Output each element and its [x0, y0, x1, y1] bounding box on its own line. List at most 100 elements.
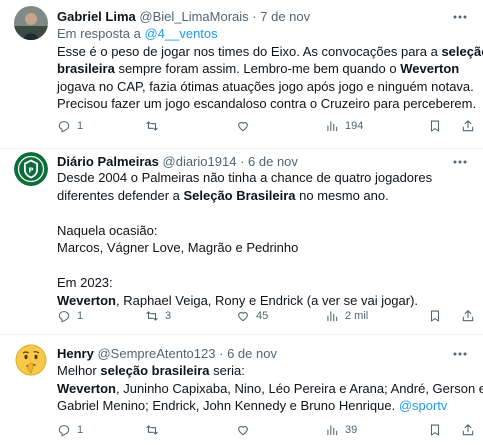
reply-button[interactable]: 1 — [57, 117, 83, 135]
author-name[interactable]: Diário Palmeiras — [57, 154, 159, 169]
views-icon — [327, 121, 338, 132]
reply-count: 1 — [77, 120, 84, 132]
text-segment: no mesmo ano. — [295, 187, 389, 203]
retweet-icon — [146, 311, 158, 321]
bold-text: Weverton — [400, 61, 460, 76]
separator-dot: · — [219, 346, 224, 361]
views-count: 194 — [345, 120, 364, 132]
reply-button[interactable]: 1 — [57, 307, 83, 325]
reply-context: Em resposta a @4__ventos — [57, 25, 467, 43]
reply-to-link[interactable]: @4__ventos — [144, 26, 217, 41]
retweet-count: 3 — [165, 310, 172, 322]
reply-count: 1 — [77, 310, 84, 322]
text-segment: Melhor — [57, 363, 101, 378]
text-segment: sempre foram assim. Lembro-me bem quando… — [114, 61, 401, 76]
text-line: jogava no CAP, fazia ótimas atuações jog… — [57, 78, 474, 94]
bookmark-button[interactable] — [428, 117, 442, 135]
views-count: 2 mil — [345, 310, 369, 322]
like-count: 45 — [256, 310, 269, 322]
views-button[interactable]: 194 — [325, 117, 363, 135]
like-button[interactable] — [236, 117, 256, 135]
tweet-header: Diário Palmeiras @diario1914 · 6 de nov — [57, 154, 298, 170]
bold-text: brasileira — [57, 61, 115, 76]
tweet-text: Melhor seleção brasileira seria: Weverto… — [57, 362, 483, 415]
avatar-henry[interactable] — [14, 343, 48, 377]
svg-text:P: P — [28, 167, 33, 175]
text-segment: , Raphael Veiga, Rony e Endrick (a ver s… — [116, 292, 419, 308]
text-line: Desde 2004 o Palmeiras não tinha a chanc… — [57, 170, 433, 185]
text-line: Melhor seleção brasileira seria: — [57, 362, 467, 380]
text-segment: diferentes defender a — [57, 187, 184, 203]
tweet-henry[interactable]: Henry @SempreAtento123 · 6 de nov Melhor… — [0, 335, 483, 445]
separator-dot: · — [252, 9, 257, 24]
bookmark-icon — [430, 424, 440, 436]
reply-count: 1 — [77, 424, 84, 436]
reply-icon — [58, 425, 70, 437]
heart-icon — [238, 426, 248, 436]
retweet-icon — [146, 425, 158, 435]
mention-link[interactable]: @sportv — [399, 398, 448, 413]
reply-prefix: Em resposta a — [57, 26, 141, 41]
more-icon[interactable] — [451, 346, 469, 362]
text-line: Marcos, Vágner Love, Magrão e Pedrinho — [57, 240, 299, 255]
text-line: Precisou fazer um jogo escandaloso contr… — [57, 96, 477, 111]
bookmark-icon — [430, 120, 440, 132]
heart-icon — [238, 312, 248, 322]
retweet-button[interactable]: 3 — [145, 307, 171, 325]
tweet-text: Desde 2004 o Palmeiras não tinha a chanc… — [57, 169, 467, 309]
tweet-date[interactable]: 6 de nov — [248, 154, 298, 169]
retweet-icon — [146, 121, 158, 131]
bold-text: seleção — [441, 43, 483, 59]
bold-text: Weverton — [57, 292, 116, 308]
bookmark-button[interactable] — [428, 421, 442, 439]
author-handle[interactable]: @SempreAtento123 — [97, 346, 215, 361]
bookmark-button[interactable] — [428, 307, 442, 325]
author-handle[interactable]: @diario1914 — [163, 154, 237, 169]
tweet-diario-palmeiras[interactable]: P Diário Palmeiras @diario1914 · 6 de no… — [0, 149, 483, 334]
like-button[interactable]: 45 — [236, 307, 268, 325]
tweet-gabriel-lima[interactable]: Gabriel Lima @Biel_LimaMorais · 7 de nov… — [0, 0, 483, 148]
views-icon — [327, 311, 338, 322]
more-icon[interactable] — [451, 9, 469, 25]
reply-button[interactable]: 1 — [57, 421, 83, 439]
bold-text: Weverton — [57, 380, 116, 396]
bold-text: Seleção Brasileira — [183, 187, 296, 203]
bookmark-icon — [430, 310, 440, 322]
text-segment: seria: — [209, 363, 245, 378]
tweet-header: Gabriel Lima @Biel_LimaMorais · 7 de nov — [57, 9, 310, 25]
tweet-header: Henry @SempreAtento123 · 6 de nov — [57, 346, 277, 362]
bold-text: seleção brasileira — [100, 363, 210, 378]
author-name[interactable]: Henry — [57, 346, 94, 361]
text-segment: , Juninho Capixaba, Nino, Léo Pereira e … — [116, 380, 483, 396]
text-segment: Esse é o peso de jogar nos times do Eixo… — [57, 43, 442, 59]
views-count: 39 — [345, 424, 358, 436]
reply-icon — [58, 121, 70, 133]
share-icon — [462, 424, 474, 436]
retweet-button[interactable] — [145, 117, 165, 135]
retweet-button[interactable] — [145, 421, 165, 439]
share-button[interactable] — [461, 421, 475, 439]
avatar-diario-palmeiras[interactable]: P — [14, 152, 48, 186]
share-button[interactable] — [461, 307, 475, 325]
tweet-date[interactable]: 6 de nov — [227, 346, 277, 361]
separator-dot: · — [240, 154, 245, 169]
share-button[interactable] — [461, 117, 475, 135]
author-handle[interactable]: @Biel_LimaMorais — [139, 9, 248, 24]
like-button[interactable] — [236, 421, 256, 439]
author-name[interactable]: Gabriel Lima — [57, 9, 136, 24]
share-icon — [462, 120, 474, 132]
tweet-text: Em resposta a @4__ventos Esse é o peso d… — [57, 25, 483, 113]
action-bar: 1 194 — [57, 117, 477, 135]
more-icon[interactable] — [451, 154, 469, 170]
avatar-gabriel-lima[interactable] — [14, 6, 48, 40]
share-icon — [462, 310, 474, 322]
text-line: Em 2023: — [57, 275, 113, 290]
action-bar: 1 3 45 2 mil — [57, 307, 477, 325]
views-button[interactable]: 39 — [325, 421, 357, 439]
tweet-date[interactable]: 7 de nov — [260, 9, 310, 24]
action-bar: 1 39 — [57, 421, 477, 439]
text-line: Esse é o peso de jogar nos times do Eixo… — [57, 43, 483, 61]
views-button[interactable]: 2 mil — [325, 307, 368, 325]
heart-icon — [238, 122, 248, 132]
